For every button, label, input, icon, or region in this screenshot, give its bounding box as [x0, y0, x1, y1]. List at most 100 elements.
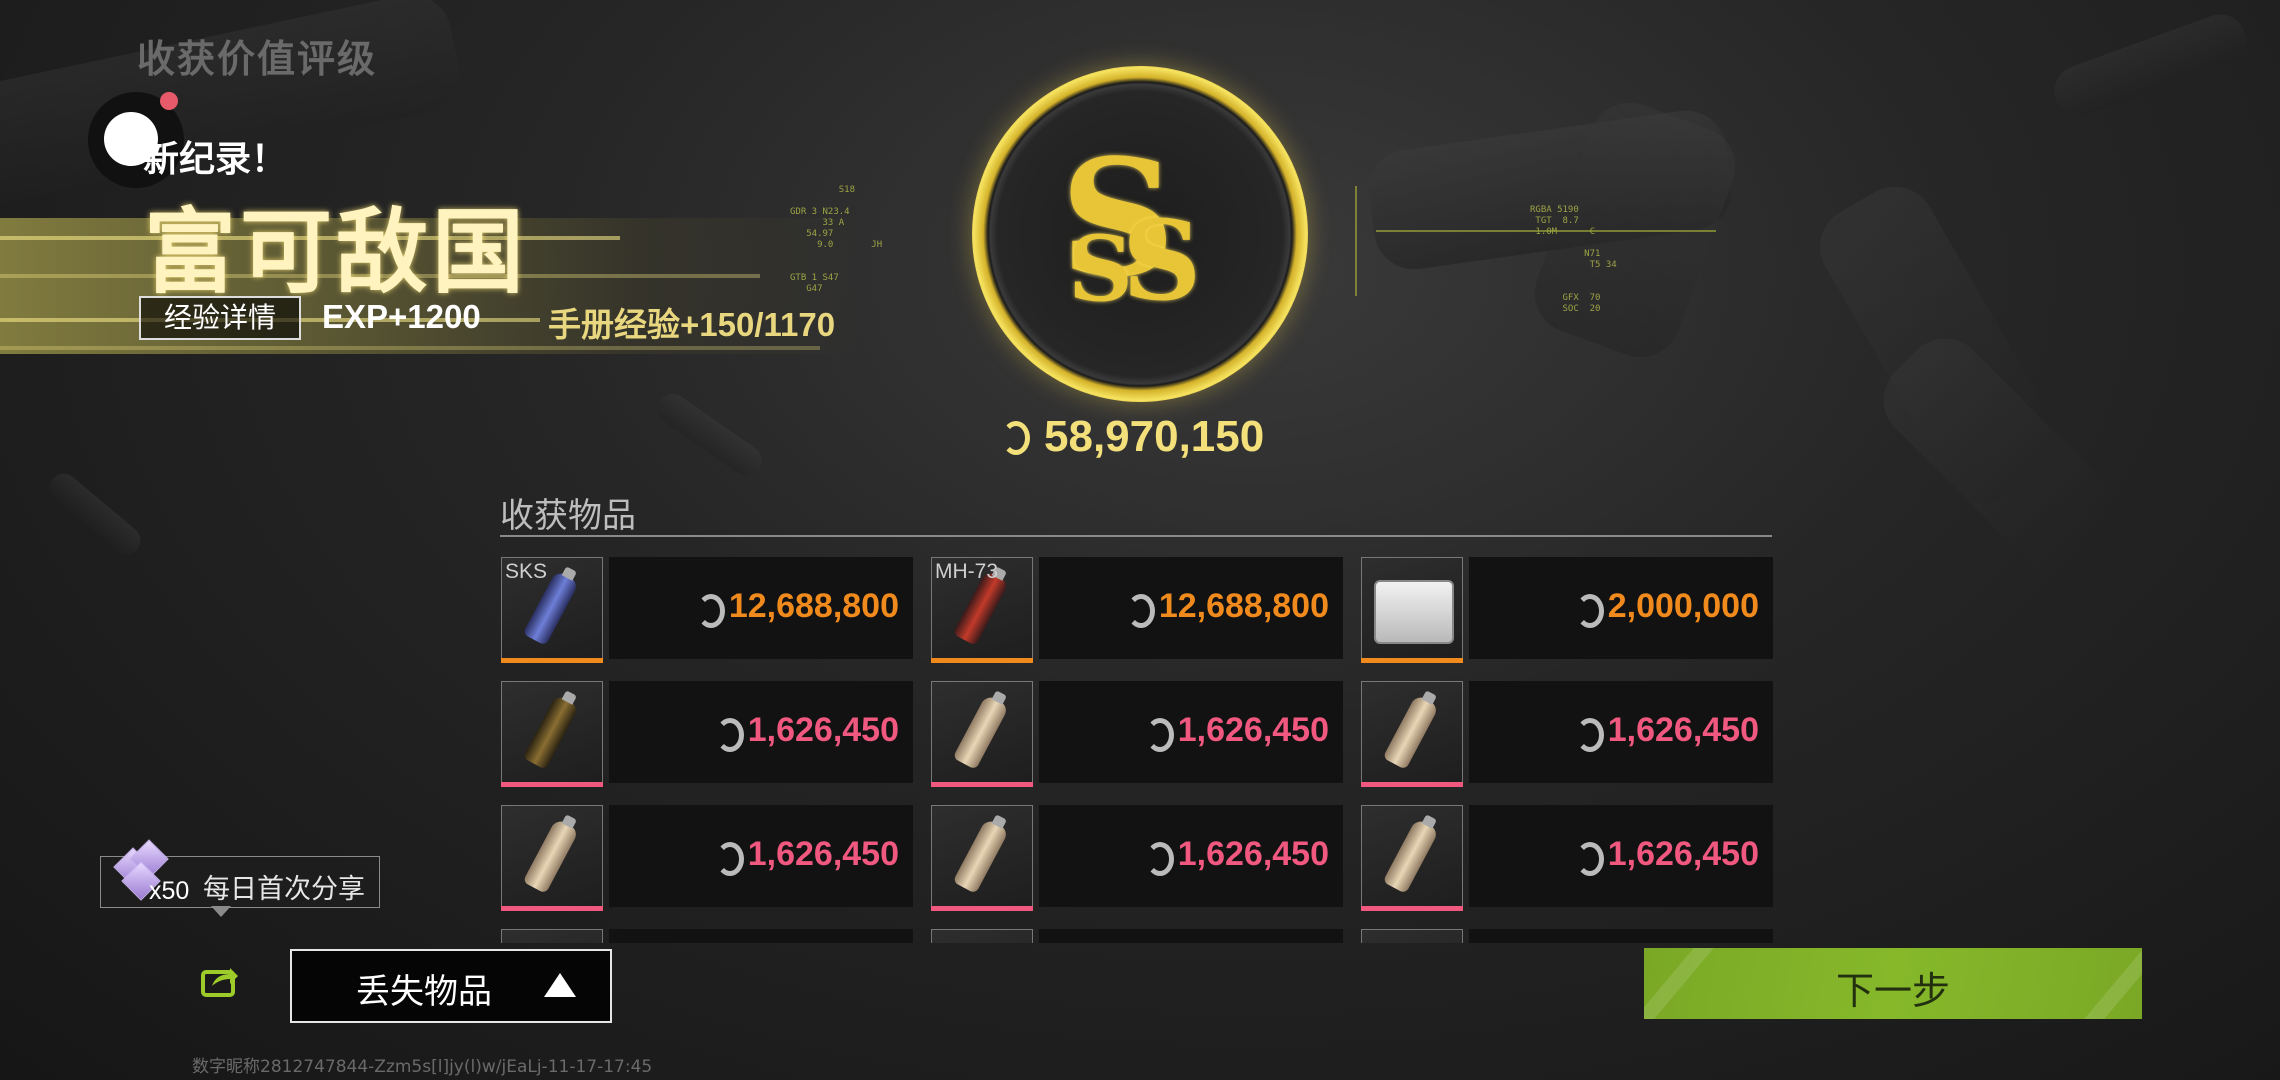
rarity-bar — [501, 658, 603, 663]
coin-icon — [1574, 840, 1604, 877]
item-thumbnail — [501, 929, 603, 943]
lost-items-button[interactable]: 丢失物品 — [290, 949, 612, 1023]
harvest-item[interactable]: 1,626,450 — [1361, 681, 1773, 787]
cream-can-icon — [952, 694, 1010, 770]
rarity-bar — [931, 782, 1033, 787]
item-thumbnail — [1361, 681, 1463, 783]
coin-icon — [1144, 716, 1174, 753]
item-tag: MH-73 — [935, 560, 999, 583]
item-thumbnail — [501, 805, 603, 907]
harvest-item-partial[interactable] — [1361, 929, 1773, 943]
coin-icon — [1574, 592, 1604, 629]
harvest-item[interactable]: MH-73 12,688,800 — [931, 557, 1343, 663]
harvest-item[interactable]: SKS 12,688,800 — [501, 557, 913, 663]
next-step-label: 下一步 — [1835, 971, 1950, 1013]
new-record-label: 新纪录！ — [143, 138, 288, 179]
item-thumbnail — [931, 929, 1033, 943]
coin-icon — [1000, 419, 1036, 459]
item-price: 2,000,000 — [1607, 587, 1759, 625]
item-thumbnail — [931, 805, 1033, 907]
coin-icon — [1574, 716, 1604, 753]
hud-bracket — [1355, 186, 1357, 296]
item-thumbnail — [1361, 929, 1463, 943]
rarity-bar — [501, 906, 603, 911]
item-price: 1,626,450 — [747, 835, 899, 873]
rarity-bar — [931, 658, 1033, 663]
item-thumbnail — [501, 681, 603, 783]
coin-icon — [1144, 840, 1174, 877]
item-price-box: 1,626,450 — [1469, 681, 1773, 783]
grade-medal: S S S — [972, 66, 1308, 402]
daily-share-label: 每日首次分享 — [203, 874, 365, 904]
harvest-section-title: 收获物品 — [500, 497, 636, 535]
harvest-item-grid[interactable]: SKS 12,688,800 MH-73 12,688,800 2,000,00… — [501, 557, 1773, 943]
rating-title: 收获价值评级 — [137, 39, 378, 81]
cream-can-icon — [522, 818, 580, 894]
coin-icon — [1125, 592, 1155, 629]
item-price-box: 1,626,450 — [1039, 681, 1343, 783]
item-price: 1,626,450 — [1607, 835, 1759, 873]
item-price-box: 1,626,450 — [1039, 805, 1343, 907]
rarity-bar — [1361, 658, 1463, 663]
gold-can-icon — [522, 694, 580, 770]
item-tag: SKS — [505, 560, 548, 583]
exp-gain: EXP+1200 — [322, 298, 481, 335]
item-price-box — [1469, 929, 1773, 943]
item-price-box — [1039, 929, 1343, 943]
exp-detail-button[interactable]: 经验详情 — [139, 296, 301, 340]
item-price-box — [609, 929, 913, 943]
item-thumbnail: MH-73 — [931, 557, 1033, 659]
harvest-item[interactable]: 2,000,000 — [1361, 557, 1773, 663]
harvest-item[interactable]: 1,626,450 — [931, 681, 1343, 787]
daily-share-tooltip: x50 每日首次分享 — [100, 839, 380, 917]
triangle-up-icon — [544, 973, 576, 997]
handbook-exp: 手册经验+150/1170 — [548, 306, 836, 343]
item-thumbnail — [1361, 805, 1463, 907]
item-price: 1,626,450 — [1607, 711, 1759, 749]
item-price: 1,626,450 — [1177, 711, 1329, 749]
item-price-box: 12,688,800 — [609, 557, 913, 659]
lost-items-label: 丢失物品 — [356, 973, 492, 1011]
rarity-bar — [501, 782, 603, 787]
item-price: 1,626,450 — [747, 711, 899, 749]
hud-readout-right: RGBA 5190 TGT 8.7 1.0M C N71 T5 34 GFX 7… — [1530, 205, 1617, 314]
item-price-box: 1,626,450 — [609, 805, 913, 907]
harvest-item[interactable]: 1,626,450 — [931, 805, 1343, 911]
total-value-text: 58,970,150 — [1044, 412, 1265, 461]
share-icon[interactable] — [200, 962, 240, 998]
item-thumbnail — [1361, 557, 1463, 659]
grade-title: 富可敌国 — [144, 202, 529, 304]
item-price-box: 2,000,000 — [1469, 557, 1773, 659]
item-price-box: 1,626,450 — [1469, 805, 1773, 907]
harvest-item-partial[interactable] — [501, 929, 913, 943]
harvest-divider — [500, 535, 1772, 537]
hud-readout-left: S18 GDR 3 N23.4 33 A 54.97 9.0 JH GTB 1 S4… — [790, 185, 883, 294]
next-step-button[interactable]: 下一步 — [1644, 948, 2142, 1019]
hud-line — [1376, 230, 1716, 232]
cream-can-icon — [1382, 694, 1440, 770]
cream-can-icon — [1382, 818, 1440, 894]
harvest-item[interactable]: 1,626,450 — [1361, 805, 1773, 911]
rarity-bar — [1361, 782, 1463, 787]
coin-icon — [714, 716, 744, 753]
item-thumbnail: SKS — [501, 557, 603, 659]
rarity-bar — [931, 906, 1033, 911]
item-price: 1,626,450 — [1177, 835, 1329, 873]
harvest-item[interactable]: 1,626,450 — [501, 681, 913, 787]
item-price-box: 12,688,800 — [1039, 557, 1343, 659]
harvest-item-partial[interactable] — [931, 929, 1343, 943]
crate-icon — [1374, 580, 1454, 644]
item-price-box: 1,626,450 — [609, 681, 913, 783]
item-price: 12,688,800 — [728, 587, 899, 625]
harvest-item[interactable]: 1,626,450 — [501, 805, 913, 911]
item-price: 12,688,800 — [1158, 587, 1329, 625]
medal-letter-3: S — [1122, 196, 1202, 325]
player-id-footer: 数字昵称2812747844-Zzm5s[l]jy(l)w/jEaLj-11-1… — [192, 1057, 653, 1077]
total-value: 58,970,150 — [1000, 412, 1264, 462]
coin-icon — [695, 592, 725, 629]
item-thumbnail — [931, 681, 1033, 783]
coin-icon — [714, 840, 744, 877]
cream-can-icon — [952, 818, 1010, 894]
reward-count: x50 — [149, 877, 190, 905]
rarity-bar — [1361, 906, 1463, 911]
